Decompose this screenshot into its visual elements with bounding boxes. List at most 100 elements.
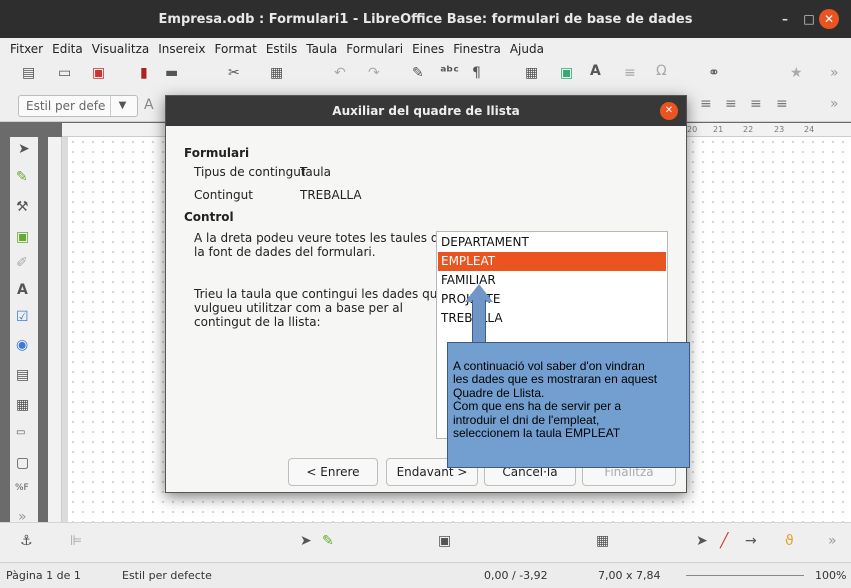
close-icon[interactable]: ✕ [660, 102, 678, 120]
content-value: TREBALLA [300, 188, 362, 202]
callout-line: A continuació vol saber d'on vindran [453, 359, 645, 373]
minimize-icon[interactable]: – [775, 9, 795, 29]
page-style: Estil per defecte [122, 569, 212, 582]
window-title: Empresa.odb : Formulari1 - LibreOffice B… [158, 11, 693, 27]
formatted-field-icon[interactable]: %F [15, 483, 29, 493]
callout-arrow-shaft [472, 300, 486, 344]
info-text-line: la font de dades del formulari. [194, 245, 376, 259]
menu-bar: Fitxer Edita Visualitza Insereix Format … [0, 38, 851, 60]
option-button-icon[interactable]: ◉ [16, 337, 28, 353]
menu-ajuda[interactable]: Ajuda [510, 42, 544, 56]
ruler-tick: 24 [804, 125, 815, 134]
back-button[interactable]: < Enrere [288, 458, 378, 486]
instruction-text-line: vulgueu utilitzar com a base per al [194, 301, 403, 315]
menu-edita[interactable]: Edita [52, 42, 83, 56]
justify-icon[interactable]: ≡ [776, 96, 788, 112]
menu-formulari[interactable]: Formulari [346, 42, 403, 56]
maximize-icon[interactable]: □ [799, 9, 819, 29]
menu-eines[interactable]: Eines [412, 42, 444, 56]
zoom-slider[interactable] [686, 575, 804, 576]
design-mode-icon[interactable]: ✎ [322, 533, 334, 549]
image-button-icon[interactable]: ▢ [16, 455, 29, 471]
menu-insereix[interactable]: Insereix [158, 42, 205, 56]
callout-line: Com que ens ha de servir per a [453, 399, 622, 414]
open-folder-icon[interactable]: ▭ [58, 65, 71, 81]
more-options-icon[interactable]: » [830, 65, 839, 81]
menu-fitxer[interactable]: Fitxer [10, 42, 43, 56]
new-document-icon[interactable]: ▤ [22, 65, 35, 81]
zoom-level: 100% [815, 569, 847, 582]
arrow-line-icon[interactable]: → [745, 533, 757, 549]
list-item-departament[interactable]: DEPARTAMENT [438, 233, 666, 252]
menu-visualitza[interactable]: Visualitza [92, 42, 150, 56]
export-pdf-icon[interactable]: ▮ [140, 65, 148, 81]
save-icon[interactable]: ▣ [92, 65, 105, 81]
form-design-icon[interactable]: ▣ [16, 229, 29, 245]
content-type-value: Taula [300, 165, 331, 179]
dialog-title: Auxiliar del quadre de llista [332, 104, 520, 118]
insert-field-icon[interactable]: ≡ [624, 65, 636, 81]
combo-box-icon[interactable]: ▦ [16, 397, 29, 413]
callout-line: les dades que es mostraran en aquest [453, 372, 658, 387]
ruler-tick: 20 [687, 125, 698, 134]
list-item-empleat[interactable]: EMPLEAT [438, 252, 666, 271]
label-field-icon[interactable]: ✐ [16, 255, 28, 271]
align-center-icon[interactable]: ≡ [725, 96, 737, 112]
chevron-down-icon[interactable]: ▼ [110, 96, 134, 116]
list-box-icon[interactable]: ▤ [16, 367, 29, 383]
content-label: Contingut [194, 188, 253, 202]
drawing-toolbar: ⚓ ⊫ ➤ ✎ ▣ ▦ ➤ ╱ → ϑ » [0, 522, 851, 562]
select-pointer-icon[interactable]: ➤ [300, 533, 312, 549]
curve-icon[interactable]: ϑ [785, 533, 794, 549]
select-pointer-icon[interactable]: ➤ [18, 141, 30, 157]
anchor-icon[interactable]: ⚓ [20, 533, 33, 549]
select-pointer-icon[interactable]: ➤ [696, 533, 708, 549]
checkbox-icon[interactable]: ☑ [16, 309, 29, 325]
callout-line: Quadre de Llista. [453, 385, 545, 400]
page-indicator: Pàgina 1 de 1 [6, 569, 81, 582]
special-character-icon[interactable]: Ω [656, 63, 667, 79]
annotation-callout: A continuació vol saber d'on vindran les… [447, 342, 690, 468]
push-button-icon[interactable]: ▭ [16, 427, 25, 438]
more-options-icon[interactable]: » [828, 533, 837, 549]
print-icon[interactable]: ▬ [165, 65, 178, 81]
paste-icon[interactable]: ▦ [270, 65, 283, 81]
vertical-ruler [48, 137, 62, 522]
form-navigator-icon[interactable]: ▣ [438, 533, 451, 549]
align-right-icon[interactable]: ≡ [750, 96, 762, 112]
window-title-bar: Empresa.odb : Formulari1 - LibreOffice B… [0, 0, 851, 38]
more-options-icon[interactable]: » [830, 96, 839, 112]
menu-taula[interactable]: Taula [306, 42, 337, 56]
dialog-title-bar: Auxiliar del quadre de llista [166, 96, 686, 126]
info-text-line: A la dreta podeu veure totes les taules … [194, 231, 446, 245]
object-size: 7,00 x 7,84 [598, 569, 661, 582]
control-wizards-icon[interactable]: ⚒ [16, 199, 29, 215]
cursor-position: 0,00 / -3,92 [484, 569, 548, 582]
menu-format[interactable]: Format [215, 42, 257, 56]
align-left-icon[interactable]: ≡ [700, 96, 712, 112]
cut-icon[interactable]: ✂ [228, 65, 240, 81]
formatting-marks-icon[interactable]: ¶ [472, 65, 481, 81]
spellcheck-icon[interactable]: ᵃᵇᶜ [440, 64, 459, 80]
redo-icon[interactable]: ↷ [368, 65, 380, 81]
align-objects-icon[interactable]: ⊫ [70, 533, 82, 549]
menu-estils[interactable]: Estils [266, 42, 297, 56]
insert-table-icon[interactable]: ▦ [525, 65, 538, 81]
ruler-tick: 22 [743, 125, 754, 134]
close-window-icon[interactable]: ✕ [819, 9, 839, 29]
text-box-icon[interactable]: A [590, 63, 601, 79]
ruler-tick: 21 [713, 125, 724, 134]
bookmark-icon[interactable]: ★ [790, 65, 803, 81]
font-name-icon[interactable]: A [144, 97, 154, 113]
find-replace-icon[interactable]: ✎ [412, 65, 424, 81]
hyperlink-icon[interactable]: ⚭ [708, 65, 720, 81]
instruction-text-line: contingut de la llista: [194, 315, 321, 329]
status-bar: Pàgina 1 de 1 Estil per defecte 0,00 / -… [0, 562, 851, 588]
menu-finestra[interactable]: Finestra [453, 42, 501, 56]
design-mode-icon[interactable]: ✎ [16, 169, 28, 185]
grid-icon[interactable]: ▦ [596, 533, 609, 549]
undo-icon[interactable]: ↶ [334, 65, 346, 81]
insert-image-icon[interactable]: ▣ [560, 65, 573, 81]
text-box-icon[interactable]: A [17, 282, 28, 298]
line-icon[interactable]: ╱ [720, 533, 728, 549]
